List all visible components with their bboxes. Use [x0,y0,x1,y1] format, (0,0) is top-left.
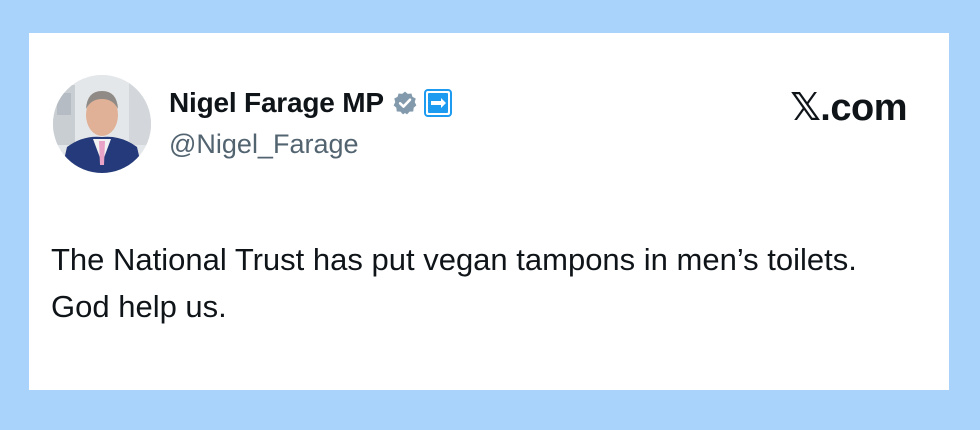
verified-badge-icon [392,90,418,116]
avatar-image [53,75,151,173]
tweet-card: Nigel Farage MP @Nigel_Farage 𝕏.com The … [29,33,949,390]
affiliate-badge-icon[interactable] [423,89,452,117]
author-name-row: Nigel Farage MP [169,85,452,121]
author-handle[interactable]: @Nigel_Farage [169,129,359,160]
author-display-name[interactable]: Nigel Farage MP [169,87,384,119]
tweet-text: The National Trust has put vegan tampons… [51,242,857,324]
site-label: 𝕏.com [790,87,907,129]
author-avatar[interactable] [53,75,151,173]
